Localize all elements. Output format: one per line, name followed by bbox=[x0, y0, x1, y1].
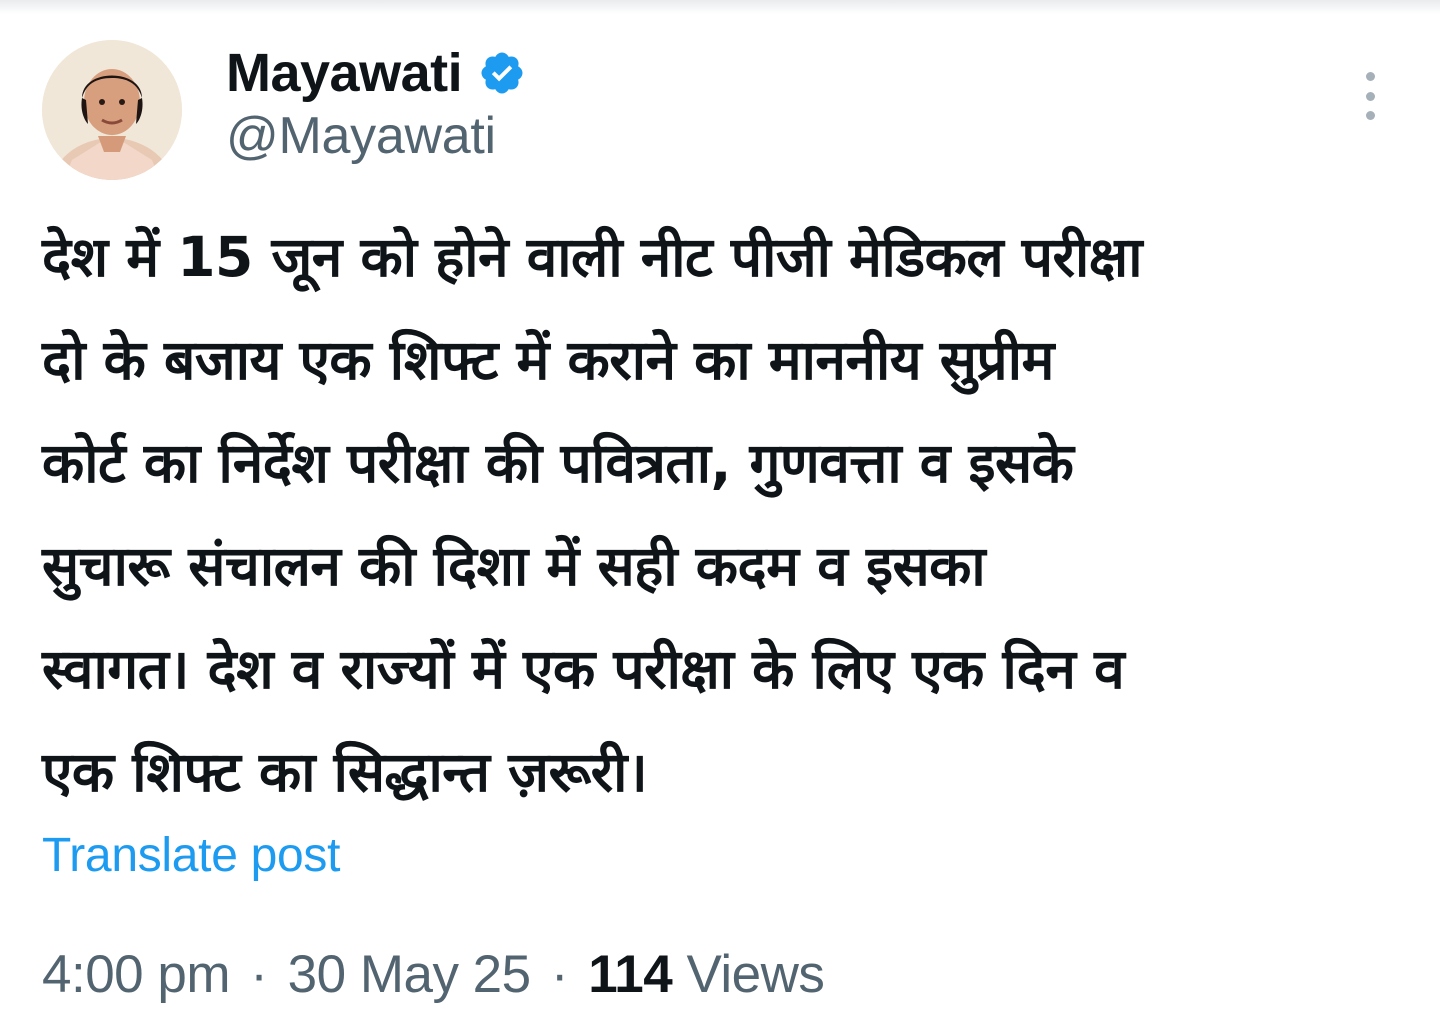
avatar[interactable] bbox=[42, 40, 182, 180]
post-text-line: देश में 15 जून को होने वाली नीट पीजी मेड… bbox=[42, 225, 1142, 289]
separator: · bbox=[550, 945, 569, 1004]
post-time[interactable]: 4:00 pm bbox=[42, 945, 231, 1004]
post-text-line: सुचारू संचालन की दिशा में सही कदम व इसका bbox=[42, 534, 986, 598]
views-label: Views bbox=[686, 945, 825, 1004]
post-text-line: दो के बजाय एक शिफ्ट में कराने का माननीय … bbox=[42, 328, 1054, 392]
translate-post-link[interactable]: Translate post bbox=[42, 828, 340, 883]
verified-badge-icon bbox=[478, 49, 526, 97]
top-divider bbox=[0, 0, 1440, 14]
post-date[interactable]: 30 May 25 bbox=[288, 945, 531, 1004]
avatar-image bbox=[42, 40, 182, 180]
display-name[interactable]: Mayawati bbox=[226, 42, 463, 104]
more-dot bbox=[1365, 91, 1375, 101]
more-dot bbox=[1365, 72, 1375, 81]
user-handle[interactable]: @Mayawati bbox=[226, 106, 496, 166]
post-text-line: स्वागत। देश व राज्यों में एक परीक्षा के … bbox=[42, 637, 1125, 701]
post-text-line: कोर्ट का निर्देश परीक्षा की पवित्रता, गु… bbox=[42, 431, 1074, 495]
views-count: 114 bbox=[588, 945, 673, 1004]
separator: · bbox=[250, 945, 268, 1004]
more-vertical-icon[interactable] bbox=[1350, 66, 1390, 126]
post-text: देश में 15 जून को होने वाली नीट पीजी मेड… bbox=[42, 206, 1412, 824]
post-metadata: 4:00 pm · 30 May 25 · 114 Views bbox=[42, 944, 825, 1005]
author-name-row[interactable]: Mayawati bbox=[226, 38, 526, 108]
post-text-line: एक शिफ्ट का सिद्धान्त ज़रूरी। bbox=[42, 740, 648, 804]
more-dot bbox=[1365, 111, 1375, 120]
